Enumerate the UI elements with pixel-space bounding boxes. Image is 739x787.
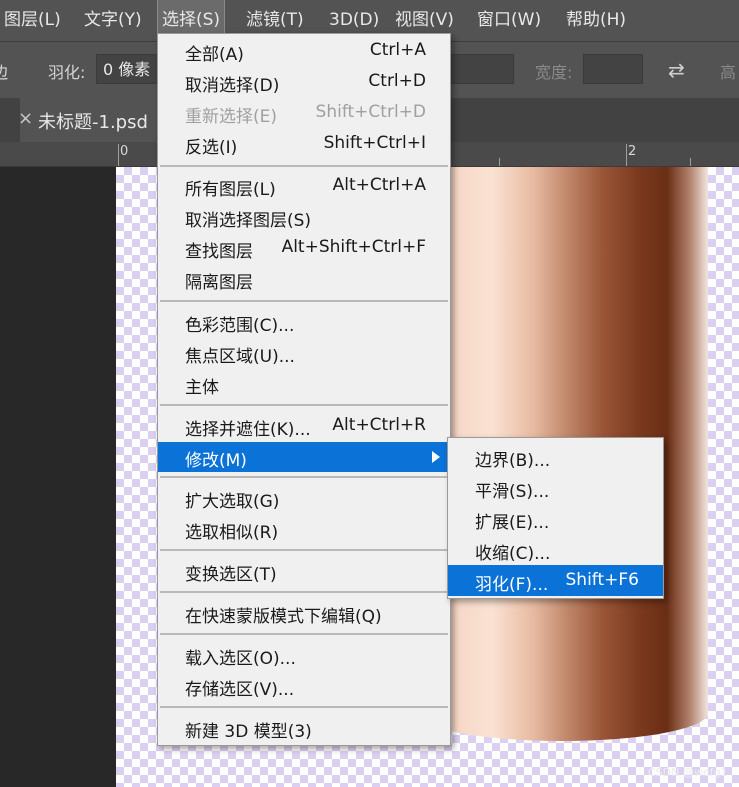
menu-item-load-selection[interactable]: 载入选区(O)... <box>158 640 450 670</box>
menu-separator <box>160 476 448 478</box>
menu-item-deselect[interactable]: 取消选择(D) Ctrl+D <box>158 67 450 97</box>
submenu-item-contract[interactable]: 收缩(C)... <box>448 534 663 565</box>
menu-item-label: 焦点区域(U)... <box>185 347 295 367</box>
menu-item-label: 所有图层(L) <box>185 180 276 200</box>
menu-item-grow[interactable]: 扩大选取(G) <box>158 483 450 513</box>
submenu-arrow-icon <box>432 451 440 463</box>
submenu-item-label: 扩展(E)... <box>475 513 550 533</box>
menu-separator <box>160 591 448 593</box>
menu-item-modify[interactable]: 修改(M) <box>158 442 450 472</box>
ruler-tick <box>499 158 500 166</box>
submenu-item-label: 平滑(S)... <box>475 482 550 502</box>
submenu-item-smooth[interactable]: 平滑(S)... <box>448 472 663 503</box>
menu-type[interactable]: 文字(Y) <box>84 0 142 40</box>
menu-item-label: 反选(I) <box>185 138 238 158</box>
menu-item-label: 选择并遮住(K)... <box>185 420 311 440</box>
submenu-item-label: 收缩(C)... <box>475 544 551 564</box>
menu-item-label: 存储选区(V)... <box>185 680 295 700</box>
menu-item-shortcut: Ctrl+D <box>368 71 426 91</box>
options-left-glyph: 边 <box>0 63 9 82</box>
menu-separator <box>160 300 448 302</box>
menu-separator <box>160 165 448 167</box>
menu-item-shortcut: Shift+Ctrl+D <box>315 102 426 122</box>
menu-item-isolate-layers[interactable]: 隔离图层 <box>158 264 450 294</box>
ruler-tick <box>118 144 119 166</box>
close-icon[interactable]: × <box>18 108 33 129</box>
watermark: CSDN @wefg1 <box>648 766 728 779</box>
menu-item-similar[interactable]: 选取相似(R) <box>158 514 450 544</box>
menu-item-reselect: 重新选择(E) Shift+Ctrl+D <box>158 98 450 128</box>
menu-item-color-range[interactable]: 色彩范围(C)... <box>158 307 450 337</box>
menu-item-shortcut: Alt+Ctrl+R <box>332 415 426 435</box>
menu-item-label: 色彩范围(C)... <box>185 316 295 336</box>
menu-item-find-layers[interactable]: 查找图层 Alt+Shift+Ctrl+F <box>158 233 450 263</box>
style-dropdown[interactable] <box>450 54 514 84</box>
menu-item-label: 选取相似(R) <box>185 523 279 543</box>
menu-item-label: 修改(M) <box>185 451 247 471</box>
menu-item-save-selection[interactable]: 存储选区(V)... <box>158 671 450 701</box>
menu-separator <box>160 633 448 635</box>
menu-separator <box>160 549 448 551</box>
document-tab[interactable]: × 未标题-1.psd <box>18 98 160 142</box>
menu-item-shortcut: Alt+Shift+Ctrl+F <box>281 237 426 257</box>
menu-item-focus-area[interactable]: 焦点区域(U)... <box>158 338 450 368</box>
menu-item-label: 取消选择(D) <box>185 76 280 96</box>
menu-separator <box>160 706 448 708</box>
select-menu-dropdown: 全部(A) Ctrl+A 取消选择(D) Ctrl+D 重新选择(E) Shift+C… <box>157 33 451 746</box>
menu-item-subject[interactable]: 主体 <box>158 369 450 399</box>
feather-input[interactable]: 0 像素 <box>96 54 158 84</box>
menu-item-select-and-mask[interactable]: 选择并遮住(K)... Alt+Ctrl+R <box>158 411 450 441</box>
menu-item-label: 新建 3D 模型(3) <box>185 722 312 742</box>
swap-arrows-icon[interactable]: ⇄ <box>668 58 685 82</box>
workspace-pasteboard <box>0 167 116 787</box>
submenu-item-label: 边界(B)... <box>475 451 551 471</box>
menu-layer[interactable]: 图层(L) <box>4 0 61 40</box>
menu-item-label: 全部(A) <box>185 45 244 65</box>
modify-submenu: 边界(B)... 平滑(S)... 扩展(E)... 收缩(C)... 羽化(F… <box>447 437 664 599</box>
submenu-item-feather[interactable]: 羽化(F)... Shift+F6 <box>448 565 663 596</box>
menu-item-label: 在快速蒙版模式下编辑(Q) <box>185 607 382 627</box>
ruler-tick <box>626 144 627 166</box>
menu-item-label: 查找图层 <box>185 242 253 262</box>
menu-item-transform-selection[interactable]: 变换选区(T) <box>158 556 450 586</box>
width-input[interactable] <box>583 54 643 84</box>
submenu-item-border[interactable]: 边界(B)... <box>448 441 663 472</box>
ruler-label-0: 0 <box>120 144 129 159</box>
menu-item-all-layers[interactable]: 所有图层(L) Alt+Ctrl+A <box>158 171 450 201</box>
menu-item-label: 重新选择(E) <box>185 107 278 127</box>
submenu-item-shortcut: Shift+F6 <box>565 570 639 590</box>
menu-item-label: 取消选择图层(S) <box>185 211 312 231</box>
menu-separator <box>160 404 448 406</box>
ruler-label-2: 2 <box>628 144 637 159</box>
menu-item-shortcut: Shift+Ctrl+I <box>323 133 426 153</box>
menu-item-inverse[interactable]: 反选(I) Shift+Ctrl+I <box>158 129 450 159</box>
width-label: 宽度: <box>535 63 573 82</box>
menu-window[interactable]: 窗口(W) <box>477 0 541 40</box>
menu-help[interactable]: 帮助(H) <box>566 0 626 40</box>
menu-item-label: 隔离图层 <box>185 273 253 293</box>
menu-item-quick-mask[interactable]: 在快速蒙版模式下编辑(Q) <box>158 598 450 628</box>
menu-item-label: 载入选区(O)... <box>185 649 296 669</box>
menu-item-label: 变换选区(T) <box>185 565 277 585</box>
menu-item-deselect-layers[interactable]: 取消选择图层(S) <box>158 202 450 232</box>
menu-item-new-3d-model[interactable]: 新建 3D 模型(3) <box>158 713 450 743</box>
menu-item-label: 主体 <box>185 378 219 398</box>
menu-item-label: 扩大选取(G) <box>185 492 280 512</box>
height-label: 高 <box>720 63 737 82</box>
submenu-item-label: 羽化(F)... <box>475 575 549 595</box>
feather-label: 羽化: <box>48 63 86 82</box>
menu-item-shortcut: Alt+Ctrl+A <box>332 175 426 195</box>
menu-item-shortcut: Ctrl+A <box>369 40 426 60</box>
submenu-item-expand[interactable]: 扩展(E)... <box>448 503 663 534</box>
ruler-tick <box>690 158 691 166</box>
document-tab-title: 未标题-1.psd <box>38 112 148 133</box>
menu-item-all[interactable]: 全部(A) Ctrl+A <box>158 36 450 66</box>
